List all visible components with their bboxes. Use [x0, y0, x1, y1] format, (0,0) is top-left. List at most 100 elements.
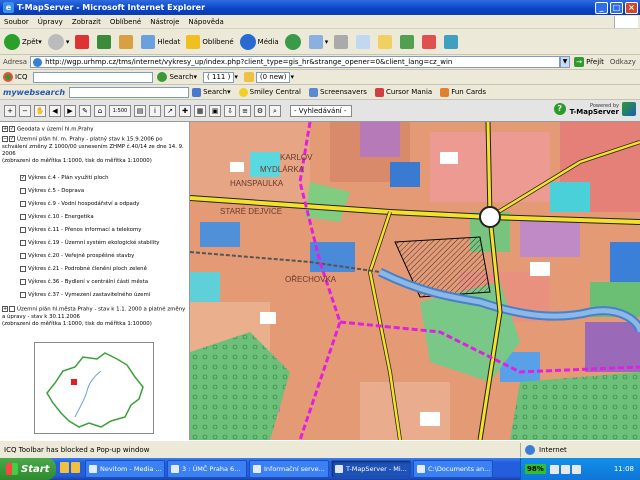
go-button[interactable]: → Přejít — [574, 57, 604, 67]
task-button-active[interactable]: T-MapServer - Mi... — [331, 460, 411, 478]
expand-icon[interactable]: + — [2, 126, 8, 132]
history-button[interactable] — [284, 33, 303, 50]
sublayer-item[interactable]: Výkres č.21 - Podrobné členění ploch zel… — [20, 265, 147, 273]
screensavers-button[interactable]: Screensavers — [308, 87, 367, 97]
research-button[interactable] — [422, 34, 438, 49]
fun-cards-button[interactable]: Fun Cards — [440, 87, 486, 97]
mail-button[interactable]: ▾ — [308, 34, 328, 49]
layer-geodata[interactable]: + ✓ Geodata v území hl.m.Prahy — [2, 126, 187, 134]
task-button[interactable]: Informační serve... — [249, 460, 329, 478]
close-button[interactable]: × — [625, 1, 638, 14]
binoculars-tool[interactable]: ⌕ — [269, 104, 281, 117]
sublayer-checkbox[interactable]: ✓ — [20, 174, 26, 181]
settings-tool[interactable]: ⚙ — [254, 104, 266, 117]
cursor-mania-button[interactable]: Cursor Mania — [374, 87, 432, 97]
layer-plan2[interactable]: + Územní plán hl.města Prahy - stav k 1.1… — [2, 306, 187, 328]
edit-button[interactable] — [356, 34, 372, 49]
sublayer-item[interactable]: Výkres č.19 - Územní systém ekologické s… — [20, 239, 160, 247]
menu-edit[interactable]: Úpravy — [38, 18, 63, 26]
sublayer-item[interactable]: Výkres č.5 - Doprava — [20, 187, 84, 195]
forward-button[interactable]: ▾ — [47, 33, 69, 50]
full-extent-tool[interactable]: ⌂ — [94, 104, 106, 117]
legend-tool[interactable]: ≡ — [239, 104, 251, 117]
tray-icon[interactable] — [571, 464, 581, 474]
menu-help[interactable]: Nápověda — [188, 18, 223, 26]
refresh-button[interactable] — [97, 34, 113, 49]
sublayer-item[interactable]: ✓ Výkres č.4 - Plán využití ploch — [20, 174, 109, 182]
map-canvas[interactable]: KARLOV MYDLÁRKA HANSPAULKA STARÉ DEJVICE… — [190, 122, 640, 440]
sublayer-checkbox[interactable] — [20, 239, 26, 246]
identify-tool[interactable]: ✎ — [79, 104, 91, 117]
zoom-in-tool[interactable]: + — [4, 104, 16, 117]
sublayer-item[interactable]: Výkres č.11 - Přenos informací a telekom… — [20, 226, 141, 234]
sublayer-checkbox[interactable] — [20, 187, 26, 194]
tray-icon[interactable] — [560, 464, 570, 474]
start-button[interactable]: Start — [0, 458, 56, 480]
zoom-out-tool[interactable]: − — [19, 104, 31, 117]
mywebsearch-logo[interactable]: mywebsearch — [3, 88, 65, 97]
print-button[interactable] — [334, 34, 350, 49]
sublayer-checkbox[interactable] — [20, 252, 26, 259]
icq-search-input[interactable] — [33, 71, 154, 83]
extra-button[interactable] — [444, 34, 460, 49]
task-button[interactable]: C:\Documents an... — [413, 460, 493, 478]
menu-tools[interactable]: Nástroje — [150, 18, 179, 26]
select-tool[interactable]: ▦ — [194, 104, 206, 117]
help-icon[interactable]: ? — [553, 103, 566, 115]
sublayer-checkbox[interactable] — [20, 278, 26, 285]
smiley-central-button[interactable]: Smiley Central — [238, 87, 301, 97]
icq-search-button[interactable]: Search ▾ — [157, 72, 197, 82]
discuss-button[interactable] — [378, 34, 394, 49]
sublayer-item[interactable]: Výkres č.20 - Veřejně prospěšné stavby — [20, 252, 134, 260]
minimize-button[interactable]: _ — [595, 1, 608, 14]
media-button[interactable]: Média — [239, 33, 279, 50]
mywebsearch-input[interactable] — [69, 86, 190, 98]
stop-button[interactable] — [75, 34, 91, 49]
mywebsearch-search-button[interactable]: Search ▾ — [192, 87, 231, 97]
sublayer-item[interactable]: Výkres č.36 - Bydlení v centrální části … — [20, 278, 148, 286]
back-button[interactable]: Zpět ▾ — [4, 33, 42, 50]
task-button[interactable]: 3 : ÚMČ Praha 6... — [167, 460, 247, 478]
layer-checkbox[interactable]: ✓ — [9, 136, 15, 142]
sublayer-item[interactable]: Výkres č.37 - Vymezení zastavitelného úz… — [20, 291, 150, 299]
overview-map[interactable] — [34, 342, 154, 434]
info-tool[interactable]: i — [149, 104, 161, 117]
collapse-icon[interactable]: − — [2, 136, 8, 142]
sublayer-checkbox[interactable] — [20, 200, 26, 207]
icq-mail-button[interactable]: (0 new) ▾ — [243, 71, 294, 83]
sublayer-item[interactable]: Výkres č.9 - Vodní hospodářství a odpady — [20, 200, 139, 208]
quick-launch-icon[interactable] — [60, 462, 69, 473]
quick-launch-icon[interactable] — [71, 462, 80, 473]
sublayer-checkbox[interactable] — [20, 291, 26, 298]
sublayer-checkbox[interactable] — [20, 213, 26, 220]
sublayer-item[interactable]: Výkres č.10 - Energetika — [20, 213, 94, 221]
sublayer-checkbox[interactable] — [20, 226, 26, 233]
sublayer-checkbox[interactable] — [20, 265, 26, 272]
tray-icon[interactable] — [549, 464, 559, 474]
clock[interactable]: 11:08 — [614, 465, 634, 473]
icq-menu[interactable]: ICQ — [3, 72, 27, 82]
home-button[interactable] — [119, 34, 135, 49]
export-tool[interactable]: ⇩ — [224, 104, 236, 117]
layer-checkbox[interactable] — [9, 306, 15, 312]
layer-tool[interactable]: ▣ — [209, 104, 221, 117]
draw-tool[interactable]: ✚ — [179, 104, 191, 117]
menu-favorites[interactable]: Oblíbené — [110, 18, 141, 26]
expand-icon[interactable]: + — [2, 306, 8, 312]
menu-file[interactable]: Soubor — [4, 18, 29, 26]
layer-plan[interactable]: − ✓ Územní plán hl. m. Prahy - platný stav… — [2, 136, 187, 165]
zoom-previous-tool[interactable]: ◀ — [49, 104, 61, 117]
ie-app-icon[interactable]: e — [3, 2, 14, 13]
links-button[interactable]: Odkazy — [610, 58, 636, 66]
search-select[interactable]: - Vyhledávání - — [290, 104, 352, 117]
favorites-button[interactable]: Oblíbené — [186, 34, 234, 49]
messenger-button[interactable] — [400, 34, 416, 49]
print-tool[interactable]: ▤ — [134, 104, 146, 117]
menu-view[interactable]: Zobrazit — [72, 18, 101, 26]
address-dropdown[interactable]: ▼ — [560, 56, 571, 68]
maximize-button[interactable]: □ — [610, 1, 623, 14]
zoom-next-tool[interactable]: ▶ — [64, 104, 76, 117]
pan-tool[interactable]: ✋ — [34, 104, 46, 117]
icq-contacts-button[interactable]: ( 111 ) ▾ — [203, 71, 238, 83]
search-button[interactable]: Hledat — [141, 34, 180, 49]
